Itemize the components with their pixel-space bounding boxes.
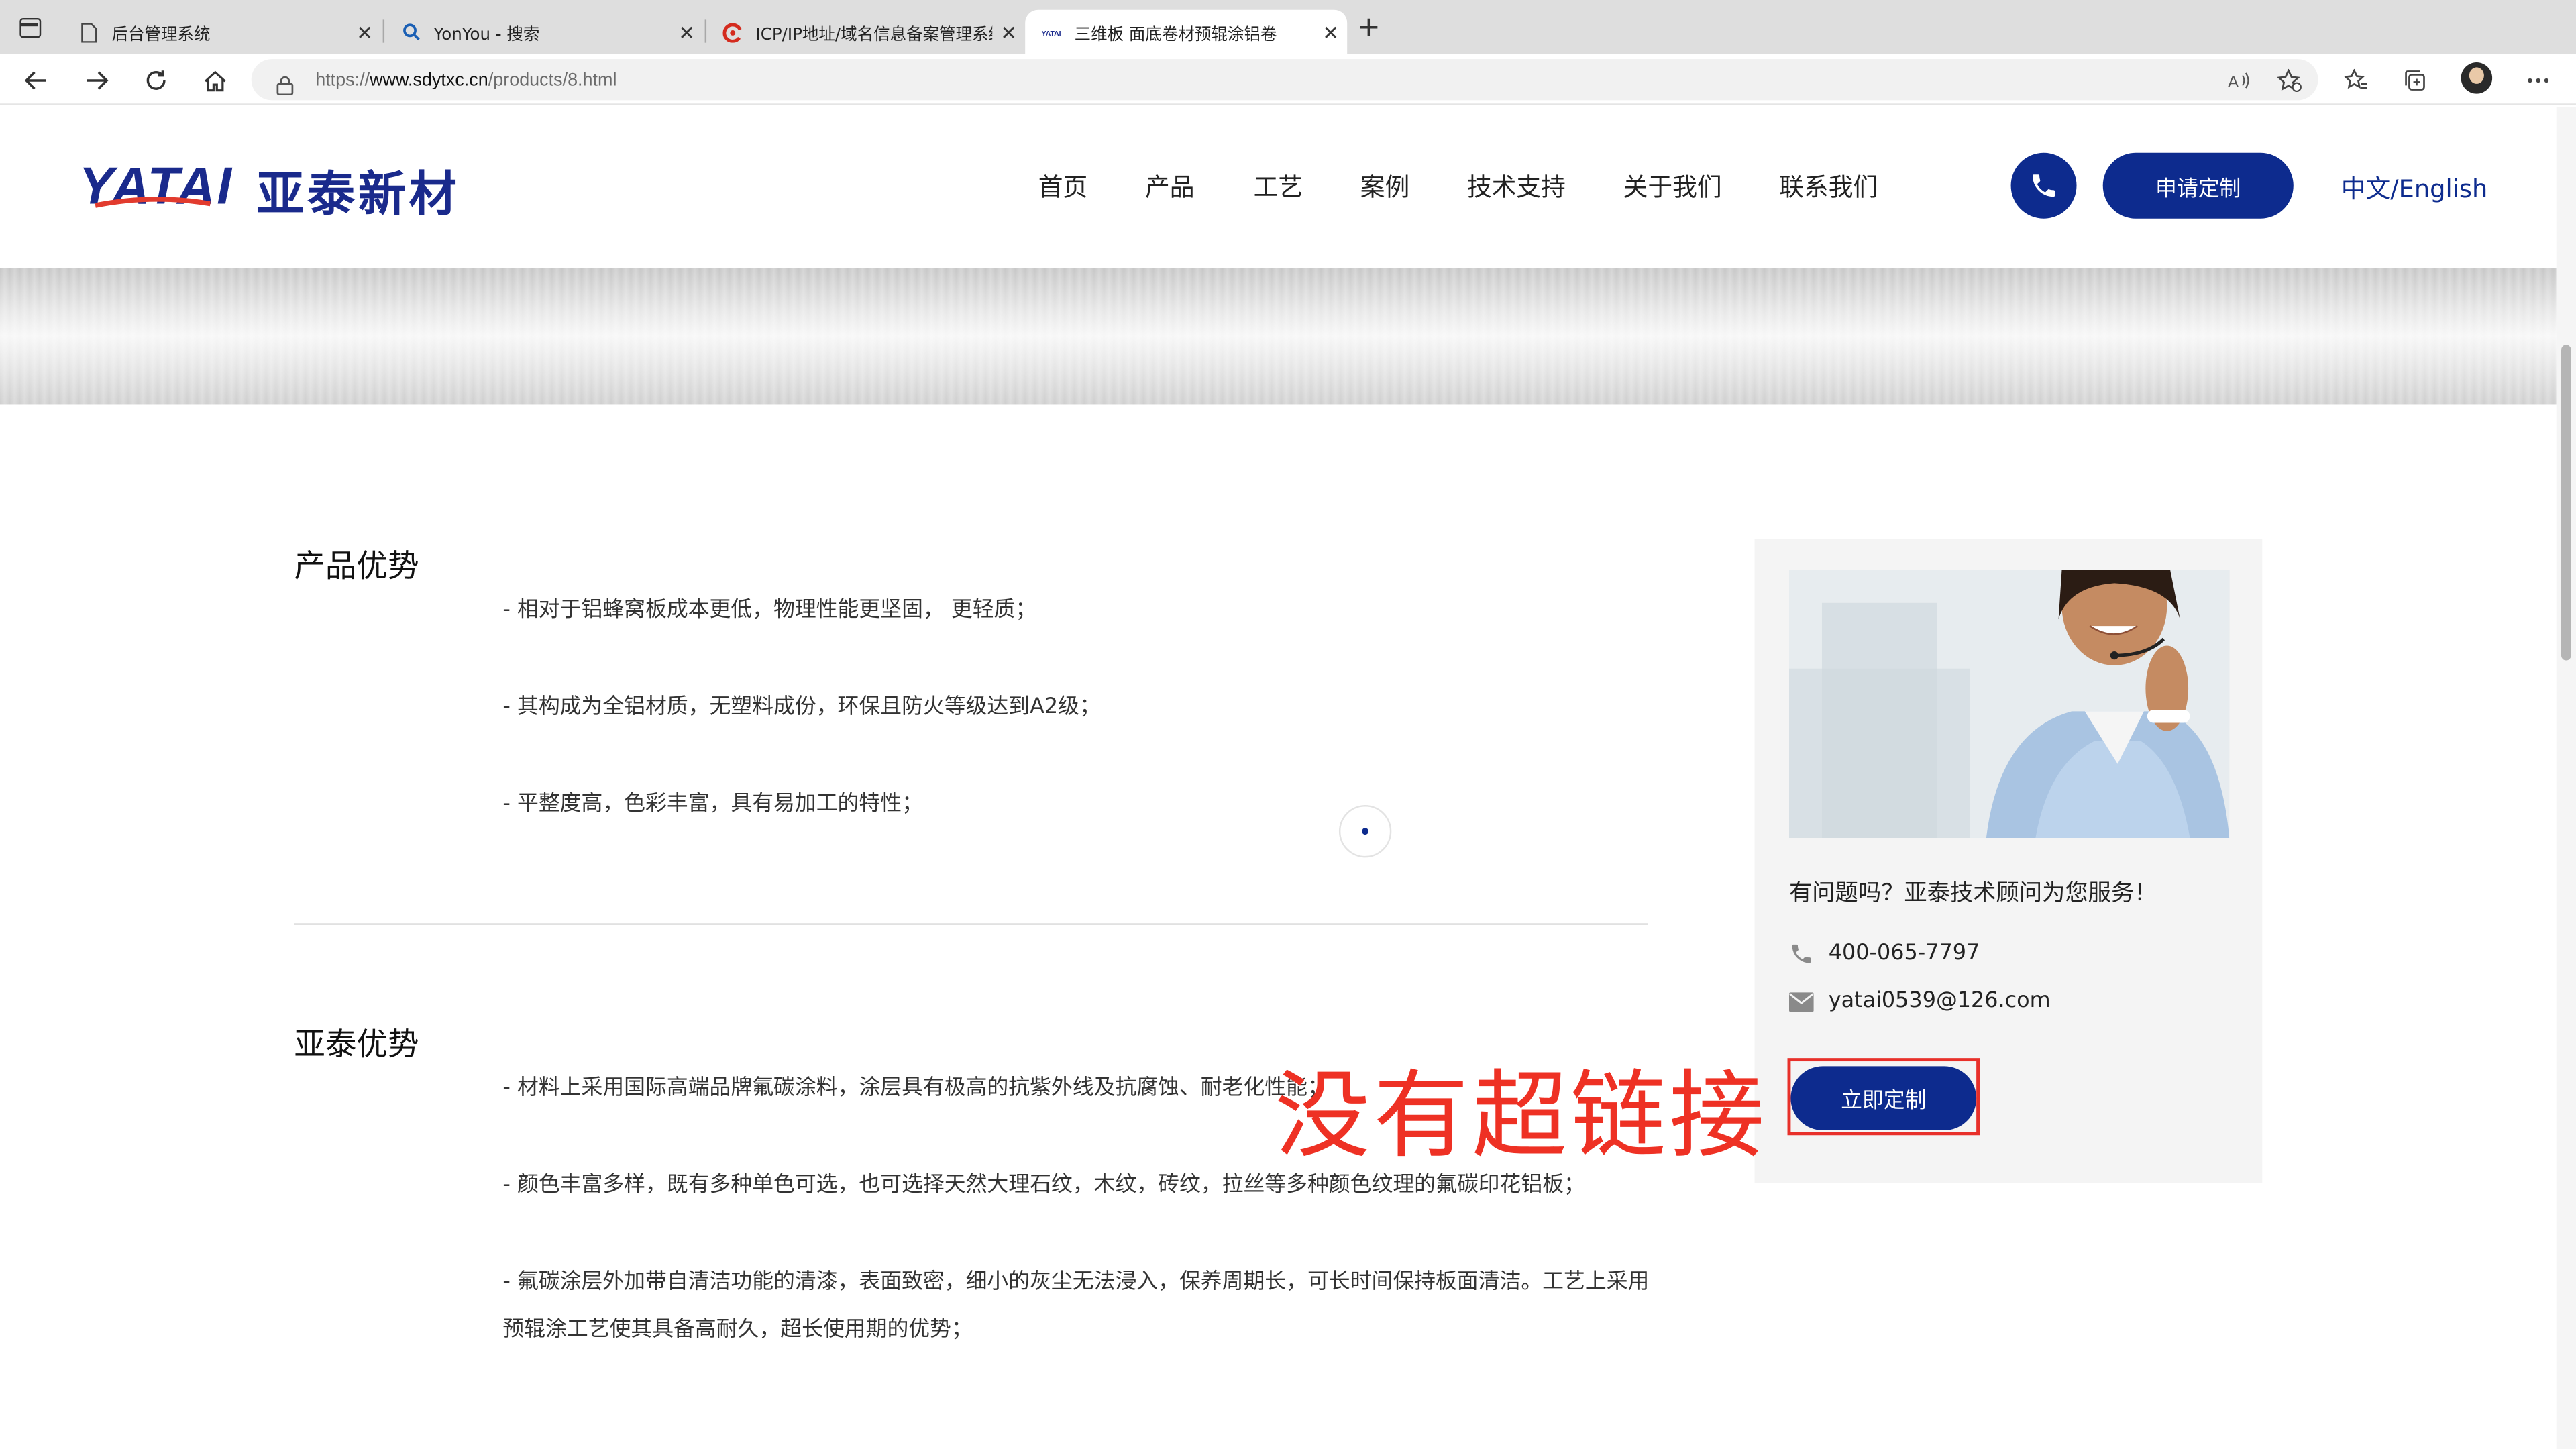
brushed-metal-banner xyxy=(0,268,2557,405)
tab-actions-icon[interactable] xyxy=(19,17,42,38)
annotation-highlight-box xyxy=(1787,1058,1980,1136)
section-divider xyxy=(294,923,1648,925)
nav-contact-us[interactable]: 联系我们 xyxy=(1779,169,1878,203)
language-switch[interactable]: 中文/English xyxy=(2341,171,2487,205)
logo-swoosh-icon xyxy=(95,197,211,208)
phone-icon xyxy=(2033,174,2055,197)
phone-number: 400-065-7797 xyxy=(1828,941,1980,967)
consultant-question: 有问题吗？亚泰技术顾问为您服务！ xyxy=(1788,880,2157,907)
icp-icon xyxy=(722,22,743,42)
nav-products[interactable]: 产品 xyxy=(1145,169,1195,203)
svg-text:A: A xyxy=(2228,73,2239,91)
svg-text:YATAI: YATAI xyxy=(1042,30,1061,37)
list-item: - 相对于铝蜂窝板成本更低，物理性能更坚固， 更轻质； xyxy=(502,598,1037,623)
tab-admin-system[interactable]: 后台管理系统 ✕ xyxy=(62,10,381,54)
consultant-photo xyxy=(1788,570,2230,838)
search-icon xyxy=(401,22,421,42)
url-path: /products/8.html xyxy=(488,70,617,90)
forward-icon[interactable] xyxy=(80,64,113,97)
tab-yonyou-search[interactable]: YonYou - 搜索 ✕ xyxy=(384,10,703,54)
nav-process[interactable]: 工艺 xyxy=(1254,169,1303,203)
tab-yatai-product[interactable]: YATAI 三维板 面底卷材预辊涂铝卷 ✕ xyxy=(1025,9,1348,54)
section-title-yatai-advantages: 亚泰优势 xyxy=(294,1026,419,1063)
list-item: - 其构成为全铝材质，无塑料成份，环保且防火等级达到A2级； xyxy=(502,694,1101,720)
yatai-icon: YATAI xyxy=(1042,22,1061,42)
scrollbar-track[interactable] xyxy=(2556,107,2576,1449)
browser-tab-strip: 后台管理系统 ✕ YonYou - 搜索 ✕ ICP/IP地址/域名信息备案管理… xyxy=(0,0,2576,54)
tab-title: 三维板 面底卷材预辊涂铝卷 xyxy=(1074,26,1277,45)
lock-icon[interactable] xyxy=(276,70,295,95)
tab-title: 后台管理系统 xyxy=(111,26,211,45)
nav-home[interactable]: 首页 xyxy=(1038,169,1088,203)
nav-about-us[interactable]: 关于我们 xyxy=(1623,169,1722,203)
section-title-product-advantages: 产品优势 xyxy=(294,548,419,585)
phone-button[interactable] xyxy=(2010,152,2077,219)
apply-customize-button[interactable]: 申请定制 xyxy=(2102,152,2294,219)
tab-title: YonYou - 搜索 xyxy=(433,26,540,45)
nav-cases[interactable]: 案例 xyxy=(1360,169,1410,203)
read-aloud-icon[interactable]: A xyxy=(2224,66,2254,95)
tab-title: ICP/IP地址/域名信息备案管理系统 xyxy=(755,26,993,45)
tab-icp[interactable]: ICP/IP地址/域名信息备案管理系统 ✕ xyxy=(706,10,1025,54)
nav-tech-support[interactable]: 技术支持 xyxy=(1467,169,1566,203)
screen: 后台管理系统 ✕ YonYou - 搜索 ✕ ICP/IP地址/域名信息备案管理… xyxy=(0,0,2576,1449)
close-tab-icon[interactable]: ✕ xyxy=(670,21,703,44)
url-domain: www.sdytxc.cn xyxy=(370,70,488,90)
browser-toolbar: https://www.sdytxc.cn/products/8.html A xyxy=(0,54,2576,105)
list-item: - 氟碳涂层外加带自清洁功能的清漆，表面致密，细小的灰尘无法浸入，保养周期长，可… xyxy=(502,1270,1650,1342)
mail-icon xyxy=(1788,991,1814,1012)
add-favorite-icon[interactable] xyxy=(2273,66,2303,95)
favorites-icon[interactable] xyxy=(2341,66,2371,95)
url-text: https://www.sdytxc.cn/products/8.html xyxy=(315,70,616,89)
scrollbar-thumb[interactable] xyxy=(2561,345,2571,661)
back-icon[interactable] xyxy=(19,64,52,97)
list-item: - 平整度高，色彩丰富，具有易加工的特性； xyxy=(502,792,923,817)
home-icon[interactable] xyxy=(199,64,231,97)
phone-icon xyxy=(1792,944,1811,963)
refresh-icon[interactable] xyxy=(140,64,172,97)
close-tab-icon[interactable]: ✕ xyxy=(1314,21,1347,44)
consultant-image-icon xyxy=(1788,570,2230,838)
email-address: yatai0539@126.com xyxy=(1828,989,2051,1014)
more-menu-icon[interactable] xyxy=(2524,66,2553,95)
collections-icon[interactable] xyxy=(2400,66,2430,95)
close-tab-icon[interactable]: ✕ xyxy=(348,21,381,44)
contact-phone: 400-065-7797 xyxy=(1789,941,1980,966)
url-prefix: https:// xyxy=(315,70,370,90)
annotation-text: 没有超链接 xyxy=(1275,1059,1768,1172)
logo-text-cn[interactable]: 亚泰新材 xyxy=(256,156,460,225)
close-tab-icon[interactable]: ✕ xyxy=(992,21,1025,44)
profile-avatar[interactable] xyxy=(2461,62,2493,94)
page-icon xyxy=(79,22,99,42)
loading-spinner-icon xyxy=(1338,805,1392,858)
address-bar[interactable]: https://www.sdytxc.cn/products/8.html xyxy=(251,59,2318,101)
new-tab-icon[interactable]: + xyxy=(1357,14,1381,43)
site-header: YATAI 亚泰新材 首页 产品 工艺 案例 技术支持 关于我们 联系我们 申请… xyxy=(0,107,2557,268)
contact-email: yatai0539@126.com xyxy=(1788,989,2051,1014)
